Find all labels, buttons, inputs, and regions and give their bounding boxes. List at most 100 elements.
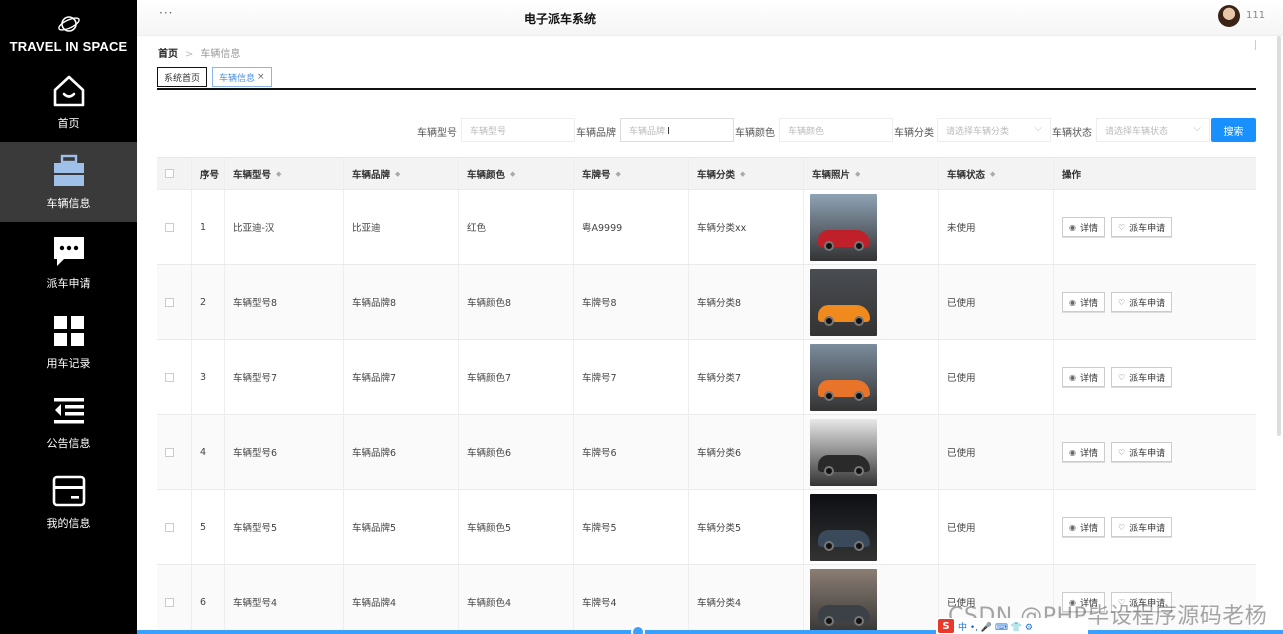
tab-bar: 系统首页 车辆信息 × (157, 67, 1256, 90)
sidebar-item-apply[interactable]: 派车申请 (0, 222, 137, 302)
row-checkbox[interactable] (165, 297, 174, 307)
close-icon[interactable]: × (257, 72, 265, 82)
header-status[interactable]: 车辆状态 ◆ (938, 158, 1053, 189)
row-checkbox[interactable] (165, 222, 174, 232)
sidebar-item-notice[interactable]: 公告信息 (0, 382, 137, 462)
heart-icon: ♡ (1118, 447, 1126, 457)
car-photo[interactable] (810, 268, 877, 336)
apply-button[interactable]: ♡ 派车申请 (1111, 292, 1173, 312)
row-checkbox[interactable] (165, 372, 174, 382)
status-select[interactable]: 请选择车辆状态 (1096, 118, 1210, 142)
row-checkbox[interactable] (165, 522, 174, 532)
scroll-handle[interactable] (631, 625, 645, 634)
cell-brand: 车辆品牌6 (343, 415, 458, 489)
apply-button[interactable]: ♡ 派车申请 (1111, 517, 1173, 537)
cell-plate: 车牌号8 (573, 265, 688, 339)
tab-car-info[interactable]: 车辆信息 × (212, 67, 272, 87)
cell-no: 3 (191, 340, 224, 414)
apply-button[interactable]: ♡ 派车申请 (1111, 367, 1173, 387)
sidebar-item-car-info[interactable]: 车辆信息 (0, 142, 137, 222)
row-checkbox[interactable] (165, 447, 174, 457)
header-no: 序号 (191, 158, 224, 189)
card-icon (51, 473, 87, 509)
header-photo[interactable]: 车辆照片 ◆ (803, 158, 938, 189)
cell-color: 车辆颜色5 (458, 490, 573, 564)
detail-button[interactable]: ◉ 详情 (1062, 442, 1105, 462)
car-photo[interactable] (810, 343, 877, 411)
sort-icon: ◆ (615, 169, 621, 178)
header-actions: 操作 (1053, 158, 1256, 189)
scrollbar[interactable] (1277, 36, 1281, 436)
ime-logo-icon: S (938, 619, 954, 633)
car-photo[interactable] (810, 493, 877, 561)
cell-color: 车辆颜色8 (458, 265, 573, 339)
tab-system-home[interactable]: 系统首页 (157, 67, 208, 87)
select-all-checkbox[interactable] (165, 169, 174, 178)
detail-button[interactable]: ◉ 详情 (1062, 217, 1105, 237)
sidebar-item-records[interactable]: 用车记录 (0, 302, 137, 382)
model-input[interactable]: 车辆型号 (461, 118, 575, 142)
heart-icon: ♡ (1118, 522, 1126, 532)
cell-color: 车辆颜色4 (458, 565, 573, 634)
breadcrumb-current: 车辆信息 (200, 49, 241, 60)
category-select[interactable]: 请选择车辆分类 (937, 118, 1051, 142)
row-select-cell (157, 490, 191, 564)
detail-button[interactable]: ◉ 详情 (1062, 367, 1105, 387)
avatar[interactable] (1218, 5, 1240, 27)
cell-actions: ◉ 详情 ♡ 派车申请 (1053, 490, 1256, 564)
cell-color: 车辆颜色6 (458, 415, 573, 489)
status-label: 车辆状态 (1052, 128, 1092, 139)
car-photo[interactable] (810, 568, 877, 634)
sidebar-item-home[interactable]: 首页 (0, 62, 137, 142)
apply-button[interactable]: ♡ 派车申请 (1111, 217, 1173, 237)
sidebar-item-profile[interactable]: 我的信息 (0, 462, 137, 542)
ime-status: 中 •, 🎤 ⌨ 👕 ⚙ (958, 622, 1033, 633)
username[interactable]: 111 (1246, 10, 1265, 21)
apply-button[interactable]: ♡ 派车申请 (1111, 442, 1173, 462)
car-photo[interactable] (810, 193, 877, 261)
app-title: 电子派车系统 (523, 12, 596, 26)
horizontal-scroll-track (137, 630, 1283, 634)
cell-category: 车辆分类7 (688, 340, 803, 414)
table-header: 序号 车辆型号 ◆ 车辆品牌 ◆ 车辆颜色 ◆ 车牌号 ◆ 车辆分类 ◆ 车辆照片 ◆ 车辆… (157, 157, 1256, 189)
list-icon (51, 393, 87, 429)
cell-plate: 粤A9999 (573, 190, 688, 264)
cell-model: 车辆型号7 (224, 340, 343, 414)
header-plate[interactable]: 车牌号 ◆ (573, 158, 688, 189)
cell-photo (803, 565, 938, 634)
eye-icon: ◉ (1069, 522, 1076, 532)
cell-actions: ◉ 详情 ♡ 派车申请 (1053, 340, 1256, 414)
cell-model: 车辆型号4 (224, 565, 343, 634)
breadcrumb-home[interactable]: 首页 (158, 49, 178, 60)
detail-button[interactable]: ◉ 详情 (1062, 292, 1105, 312)
select-all-cell (157, 158, 191, 189)
breadcrumb-separator: > (185, 49, 194, 60)
row-checkbox[interactable] (165, 597, 174, 607)
header-model[interactable]: 车辆型号 ◆ (224, 158, 343, 189)
cell-category: 车辆分类4 (688, 565, 803, 634)
car-table: 序号 车辆型号 ◆ 车辆品牌 ◆ 车辆颜色 ◆ 车牌号 ◆ 车辆分类 ◆ 车辆照片 ◆ 车辆… (157, 157, 1256, 634)
logo: TRAVEL IN SPACE (0, 0, 137, 62)
cell-no: 6 (191, 565, 224, 634)
cell-model: 车辆型号5 (224, 490, 343, 564)
color-input[interactable]: 车辆颜色 (779, 118, 893, 142)
cell-photo (803, 190, 938, 264)
search-button[interactable]: 搜索 (1211, 118, 1256, 142)
sidebar-item-label: 首页 (57, 117, 80, 130)
cell-actions: ◉ 详情 ♡ 派车申请 (1053, 415, 1256, 489)
ime-toolbar[interactable]: S 中 •, 🎤 ⌨ 👕 ⚙ (936, 618, 1088, 634)
planet-icon (57, 15, 80, 32)
eye-icon: ◉ (1069, 372, 1076, 382)
header-brand[interactable]: 车辆品牌 ◆ (343, 158, 458, 189)
header-category[interactable]: 车辆分类 ◆ (688, 158, 803, 189)
cell-actions: ◉ 详情 ♡ 派车申请 (1053, 265, 1256, 339)
sort-icon: ◆ (990, 169, 996, 178)
home-icon (51, 73, 87, 109)
cell-color: 红色 (458, 190, 573, 264)
cell-model: 车辆型号6 (224, 415, 343, 489)
detail-button[interactable]: ◉ 详情 (1062, 517, 1105, 537)
color-label: 车辆颜色 (735, 128, 775, 139)
car-photo[interactable] (810, 418, 877, 486)
brand-input[interactable]: 车辆品牌 (620, 118, 734, 142)
header-color[interactable]: 车辆颜色 ◆ (458, 158, 573, 189)
